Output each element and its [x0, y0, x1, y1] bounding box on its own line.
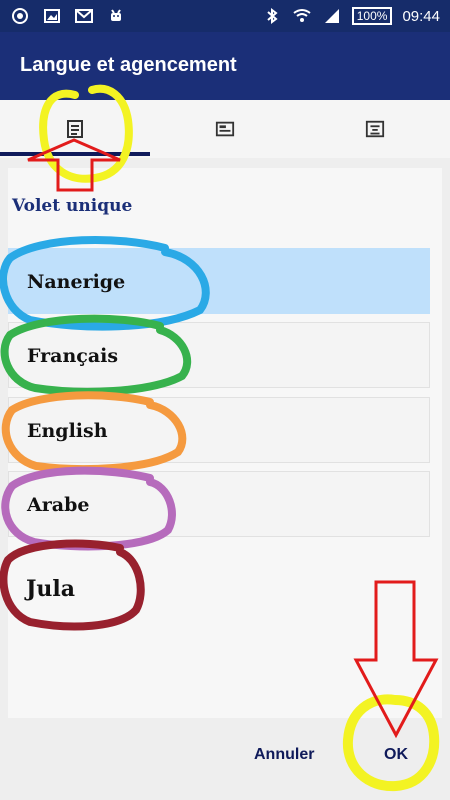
- language-item-english[interactable]: English: [8, 397, 430, 463]
- language-item-arabe[interactable]: Arabe: [8, 471, 430, 537]
- gmail-icon: [74, 6, 94, 26]
- language-item-jula[interactable]: Jula: [8, 554, 430, 620]
- language-item-nanerige[interactable]: Nanerige: [8, 248, 430, 314]
- tab-bar: [0, 100, 450, 158]
- tab-single-pane[interactable]: [0, 100, 150, 158]
- ok-button[interactable]: OK: [384, 746, 408, 764]
- single-pane-icon: [65, 119, 85, 139]
- cancel-button[interactable]: Annuler: [254, 746, 314, 764]
- status-left-icons: [10, 6, 126, 26]
- status-time: 09:44: [402, 7, 440, 25]
- language-item-francais[interactable]: Français: [8, 322, 430, 388]
- image-icon: [42, 6, 62, 26]
- section-title: Volet unique: [12, 196, 133, 216]
- status-bar: 100% 09:44: [0, 0, 450, 32]
- language-label: Nanerige: [27, 271, 126, 293]
- app-bar: Langue et agencement: [0, 32, 450, 100]
- signal-icon: [322, 6, 342, 26]
- tab-text-align[interactable]: [300, 100, 450, 158]
- language-label: English: [27, 420, 108, 442]
- wifi-icon: [292, 6, 312, 26]
- status-right: 100% 09:44: [262, 6, 440, 26]
- dialog-buttons: Annuler OK: [0, 730, 450, 790]
- page-title: Langue et agencement: [20, 54, 237, 76]
- bluetooth-icon: [262, 6, 282, 26]
- tab-indicator: [0, 152, 150, 156]
- language-label: Français: [27, 345, 119, 367]
- battery-indicator: 100%: [351, 7, 393, 25]
- text-align-icon: [365, 119, 385, 139]
- android-circle-icon: [10, 6, 30, 26]
- android-robot-icon: [106, 6, 126, 26]
- tab-list-pane[interactable]: [150, 100, 300, 158]
- language-label: Arabe: [27, 494, 90, 516]
- battery-text: 100%: [356, 9, 388, 23]
- language-label: Jula: [26, 576, 76, 602]
- list-pane-icon: [215, 119, 235, 139]
